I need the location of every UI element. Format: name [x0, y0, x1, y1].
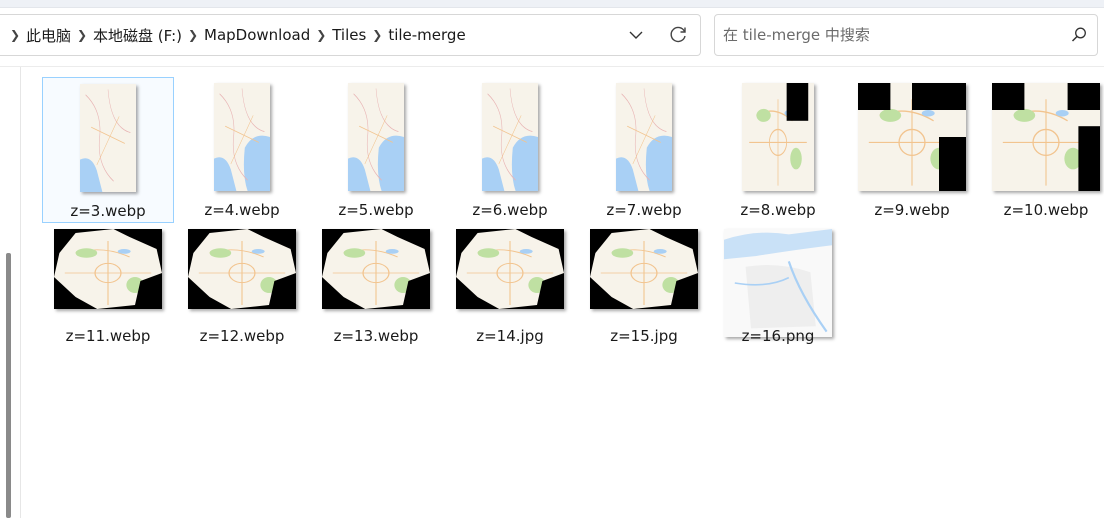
file-thumbnail [54, 229, 162, 309]
file-name-label: z=16.png [741, 327, 815, 345]
file-thumbnail [80, 84, 136, 192]
refresh-button[interactable] [666, 23, 690, 47]
chevron-right-icon[interactable]: ❯ [310, 28, 332, 42]
file-item[interactable]: z=16.png [712, 225, 844, 371]
breadcrumb-this-pc[interactable]: 此电脑 [26, 25, 71, 46]
file-item[interactable]: z=11.webp [42, 225, 174, 371]
file-name-label: z=7.webp [606, 201, 682, 219]
file-thumbnail [456, 229, 564, 309]
file-thumbnail [188, 229, 296, 309]
file-name-label: z=12.webp [199, 327, 285, 345]
breadcrumb-mapdownload[interactable]: MapDownload [204, 26, 310, 44]
file-name-label: z=13.webp [333, 327, 419, 345]
file-item[interactable]: z=6.webp [444, 77, 576, 223]
file-list: z=3.webp z=4.webp z=5.webp z=6.webp z=7.webp… [22, 67, 1104, 518]
chevron-right-icon[interactable]: ❯ [71, 28, 93, 42]
chevron-right-icon[interactable]: ❯ [366, 28, 388, 42]
file-item[interactable]: z=7.webp [578, 77, 710, 223]
address-history-button[interactable] [624, 23, 648, 47]
file-name-label: z=8.webp [740, 201, 816, 219]
file-thumbnail [348, 83, 404, 191]
breadcrumb: ❯ 此电脑 ❯ 本地磁盘 (F:) ❯ MapDownload ❯ Tiles … [4, 15, 466, 55]
file-thumbnail [214, 83, 270, 191]
file-item[interactable]: z=9.webp [846, 77, 978, 223]
file-thumbnail [590, 229, 698, 309]
chevron-down-icon [629, 31, 643, 39]
file-name-label: z=4.webp [204, 201, 280, 219]
file-item[interactable]: z=4.webp [176, 77, 308, 223]
file-thumbnail [992, 83, 1100, 191]
breadcrumb-tile-merge[interactable]: tile-merge [388, 26, 465, 44]
file-name-label: z=3.webp [70, 202, 146, 220]
refresh-icon [670, 26, 686, 43]
file-name-label: z=9.webp [874, 201, 950, 219]
window-top-strip [0, 0, 1104, 8]
chevron-right-icon[interactable]: ❯ [182, 28, 204, 42]
file-thumbnail [482, 83, 538, 191]
file-name-label: z=10.webp [1003, 201, 1089, 219]
file-thumbnail [322, 229, 430, 309]
file-thumbnail [858, 83, 966, 191]
address-bar[interactable]: ❯ 此电脑 ❯ 本地磁盘 (F:) ❯ MapDownload ❯ Tiles … [0, 14, 701, 56]
file-name-label: z=15.jpg [610, 327, 678, 345]
file-item[interactable]: z=3.webp [42, 77, 174, 223]
file-name-label: z=11.webp [65, 327, 151, 345]
file-thumbnail [742, 83, 814, 191]
breadcrumb-local-disk-f[interactable]: 本地磁盘 (F:) [93, 25, 182, 46]
breadcrumb-tiles[interactable]: Tiles [332, 26, 366, 44]
file-item[interactable]: z=14.jpg [444, 225, 576, 371]
file-item[interactable]: z=8.webp [712, 77, 844, 223]
search-box[interactable] [714, 14, 1098, 56]
chevron-right-icon[interactable]: ❯ [4, 28, 26, 42]
file-thumbnail [616, 83, 672, 191]
nav-scrollbar-thumb[interactable] [6, 253, 11, 518]
file-name-label: z=14.jpg [476, 327, 544, 345]
file-item[interactable]: z=12.webp [176, 225, 308, 371]
file-name-label: z=6.webp [472, 201, 548, 219]
search-icon[interactable] [1070, 26, 1088, 44]
file-name-label: z=5.webp [338, 201, 414, 219]
search-input[interactable] [723, 23, 1063, 47]
file-thumbnail [724, 229, 832, 337]
file-item[interactable]: z=15.jpg [578, 225, 710, 371]
file-item[interactable]: z=10.webp [980, 77, 1104, 223]
file-item[interactable]: z=5.webp [310, 77, 442, 223]
navigation-pane[interactable] [0, 67, 21, 518]
file-item[interactable]: z=13.webp [310, 225, 442, 371]
